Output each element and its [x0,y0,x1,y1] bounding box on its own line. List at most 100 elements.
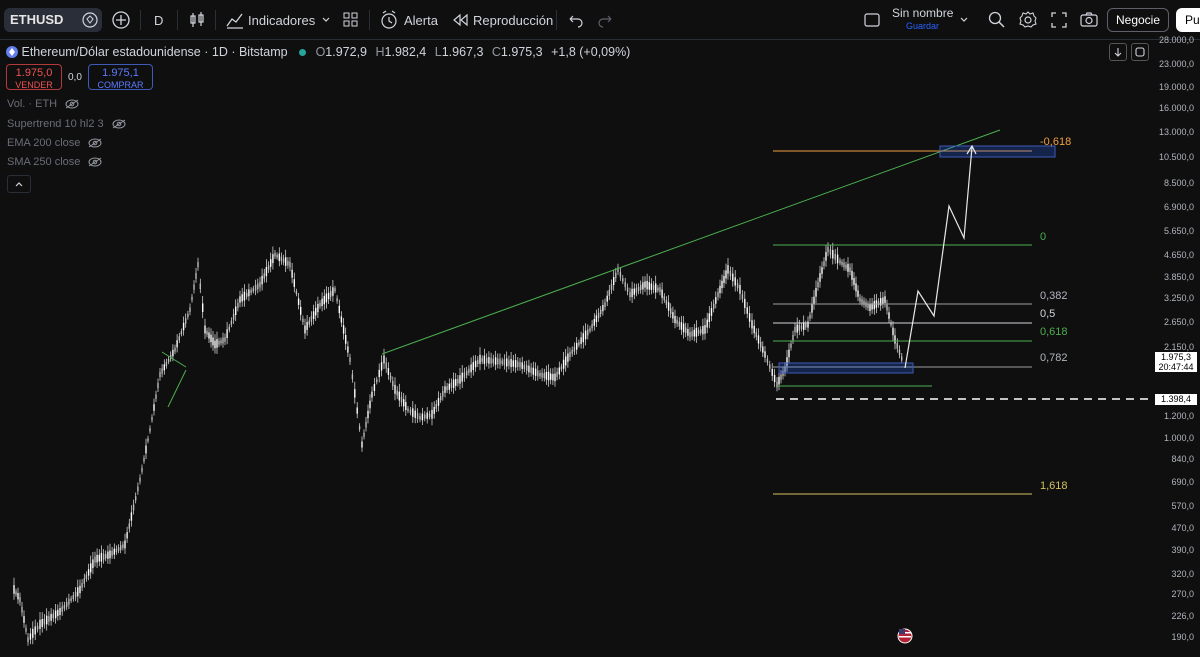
candle-body [143,458,145,462]
candle-body [479,354,481,364]
candle-body [836,254,839,264]
fullscreen-icon[interactable] [1049,10,1069,30]
candle-body [719,285,721,294]
symbol-search-button[interactable]: ETHUSD [4,8,102,32]
candle-body [371,391,373,398]
candle-body [589,328,591,332]
candle-body [285,257,287,266]
sell-button[interactable]: 1.975,0 VENDER [6,64,62,90]
publish-button[interactable]: Pu [1176,8,1200,32]
candle-body [155,394,157,399]
symbol-title[interactable]: Ethereum/Dólar estadounidense · 1D · Bit… [21,45,287,59]
settings-gear-icon[interactable] [1018,10,1038,30]
candle-body [336,298,338,302]
candle-body [565,356,567,366]
interval-button[interactable]: D [154,0,163,40]
trendline-small-2[interactable] [167,369,187,408]
trendline-small[interactable] [161,351,187,368]
candle-body [560,366,563,370]
candle-body [367,410,369,419]
candle-body [834,253,836,260]
candle-body [892,327,894,336]
collapse-legend-button[interactable] [7,175,31,193]
candle-body [135,496,137,501]
close-key: C [491,45,501,59]
trendline-upper[interactable] [381,129,1001,355]
us-flag-icon[interactable] [897,628,913,644]
candle-body [61,606,63,612]
candle-body [857,290,859,297]
candle-body [674,315,676,324]
candle-body [396,390,398,396]
candle-body [501,360,503,364]
replay-button[interactable]: Reproducción [473,0,553,40]
candle-body [165,362,168,366]
candle-body [512,360,514,367]
layouts-icon[interactable] [341,10,361,30]
camera-icon[interactable] [1079,10,1099,30]
candle-body [241,294,243,302]
candle-body [652,285,655,290]
undo-icon[interactable] [566,11,584,29]
candle-body [210,334,212,343]
maximize-pane-button[interactable] [1131,43,1149,61]
candle-body [760,341,762,348]
high-key: H [375,45,385,59]
candle-body [452,379,455,388]
buy-button[interactable]: 1.975,1 COMPRAR [88,64,153,90]
trade-button[interactable]: Negocie [1107,8,1169,32]
candle-body [898,349,901,355]
quick-search-icon[interactable] [987,10,1007,30]
target-zone[interactable] [939,145,1056,158]
redo-icon[interactable] [597,11,615,29]
eye-hidden-icon[interactable] [112,119,126,129]
candle-body [137,486,139,492]
candle-body [901,356,903,361]
chevron-down-icon[interactable] [320,14,332,26]
chevron-down-icon[interactable] [958,14,970,26]
scroll-down-button[interactable] [1109,43,1127,61]
candle-body [894,335,896,344]
divider [556,10,557,30]
layout-square-icon[interactable] [863,11,881,29]
add-symbol-icon[interactable] [111,10,131,30]
candle-body [409,409,412,413]
alert-clock-icon[interactable] [379,10,399,30]
candle-body [107,551,109,559]
support-zone[interactable] [778,362,914,374]
candle-body [615,272,617,279]
candle-body [896,343,898,349]
candle-body [755,332,757,337]
indicators-button[interactable]: Indicadores [248,0,315,40]
price-axis[interactable]: 28.000,0 23.000,0 19.000,0 16.000,0 13.0… [1150,35,1200,657]
diamond-icon[interactable] [82,12,98,28]
candle-body [523,364,526,370]
eye-hidden-icon[interactable] [88,157,102,167]
candle-body [412,408,414,417]
candle-body [365,421,367,428]
eye-hidden-icon[interactable] [88,138,102,148]
projection-path[interactable] [904,146,973,369]
candles-icon[interactable] [188,10,208,30]
indicator-volume[interactable]: Vol. · ETH [7,98,79,110]
price-tick: 470,0 [1171,523,1194,533]
indicator-sma250[interactable]: SMA 250 close [7,156,102,168]
candle-body [185,318,187,324]
candle-body [327,292,330,300]
alert-button[interactable]: Alerta [404,0,438,40]
indicator-supertrend[interactable]: Supertrend 10 hl2 3 [7,118,126,130]
candle-body [813,296,815,305]
candle-body [771,369,773,376]
candle-body [306,321,308,330]
indicator-ema200[interactable]: EMA 200 close [7,137,102,149]
replay-icon[interactable] [451,11,469,29]
candle-body [376,379,378,383]
candle-body [727,265,729,274]
indicators-icon[interactable] [225,10,245,30]
candle-body [398,391,400,401]
eye-hidden-icon[interactable] [65,99,79,109]
candle-body [573,346,576,352]
price-chart[interactable] [0,40,1150,657]
candle-body [584,330,587,340]
candle-body [351,374,354,380]
